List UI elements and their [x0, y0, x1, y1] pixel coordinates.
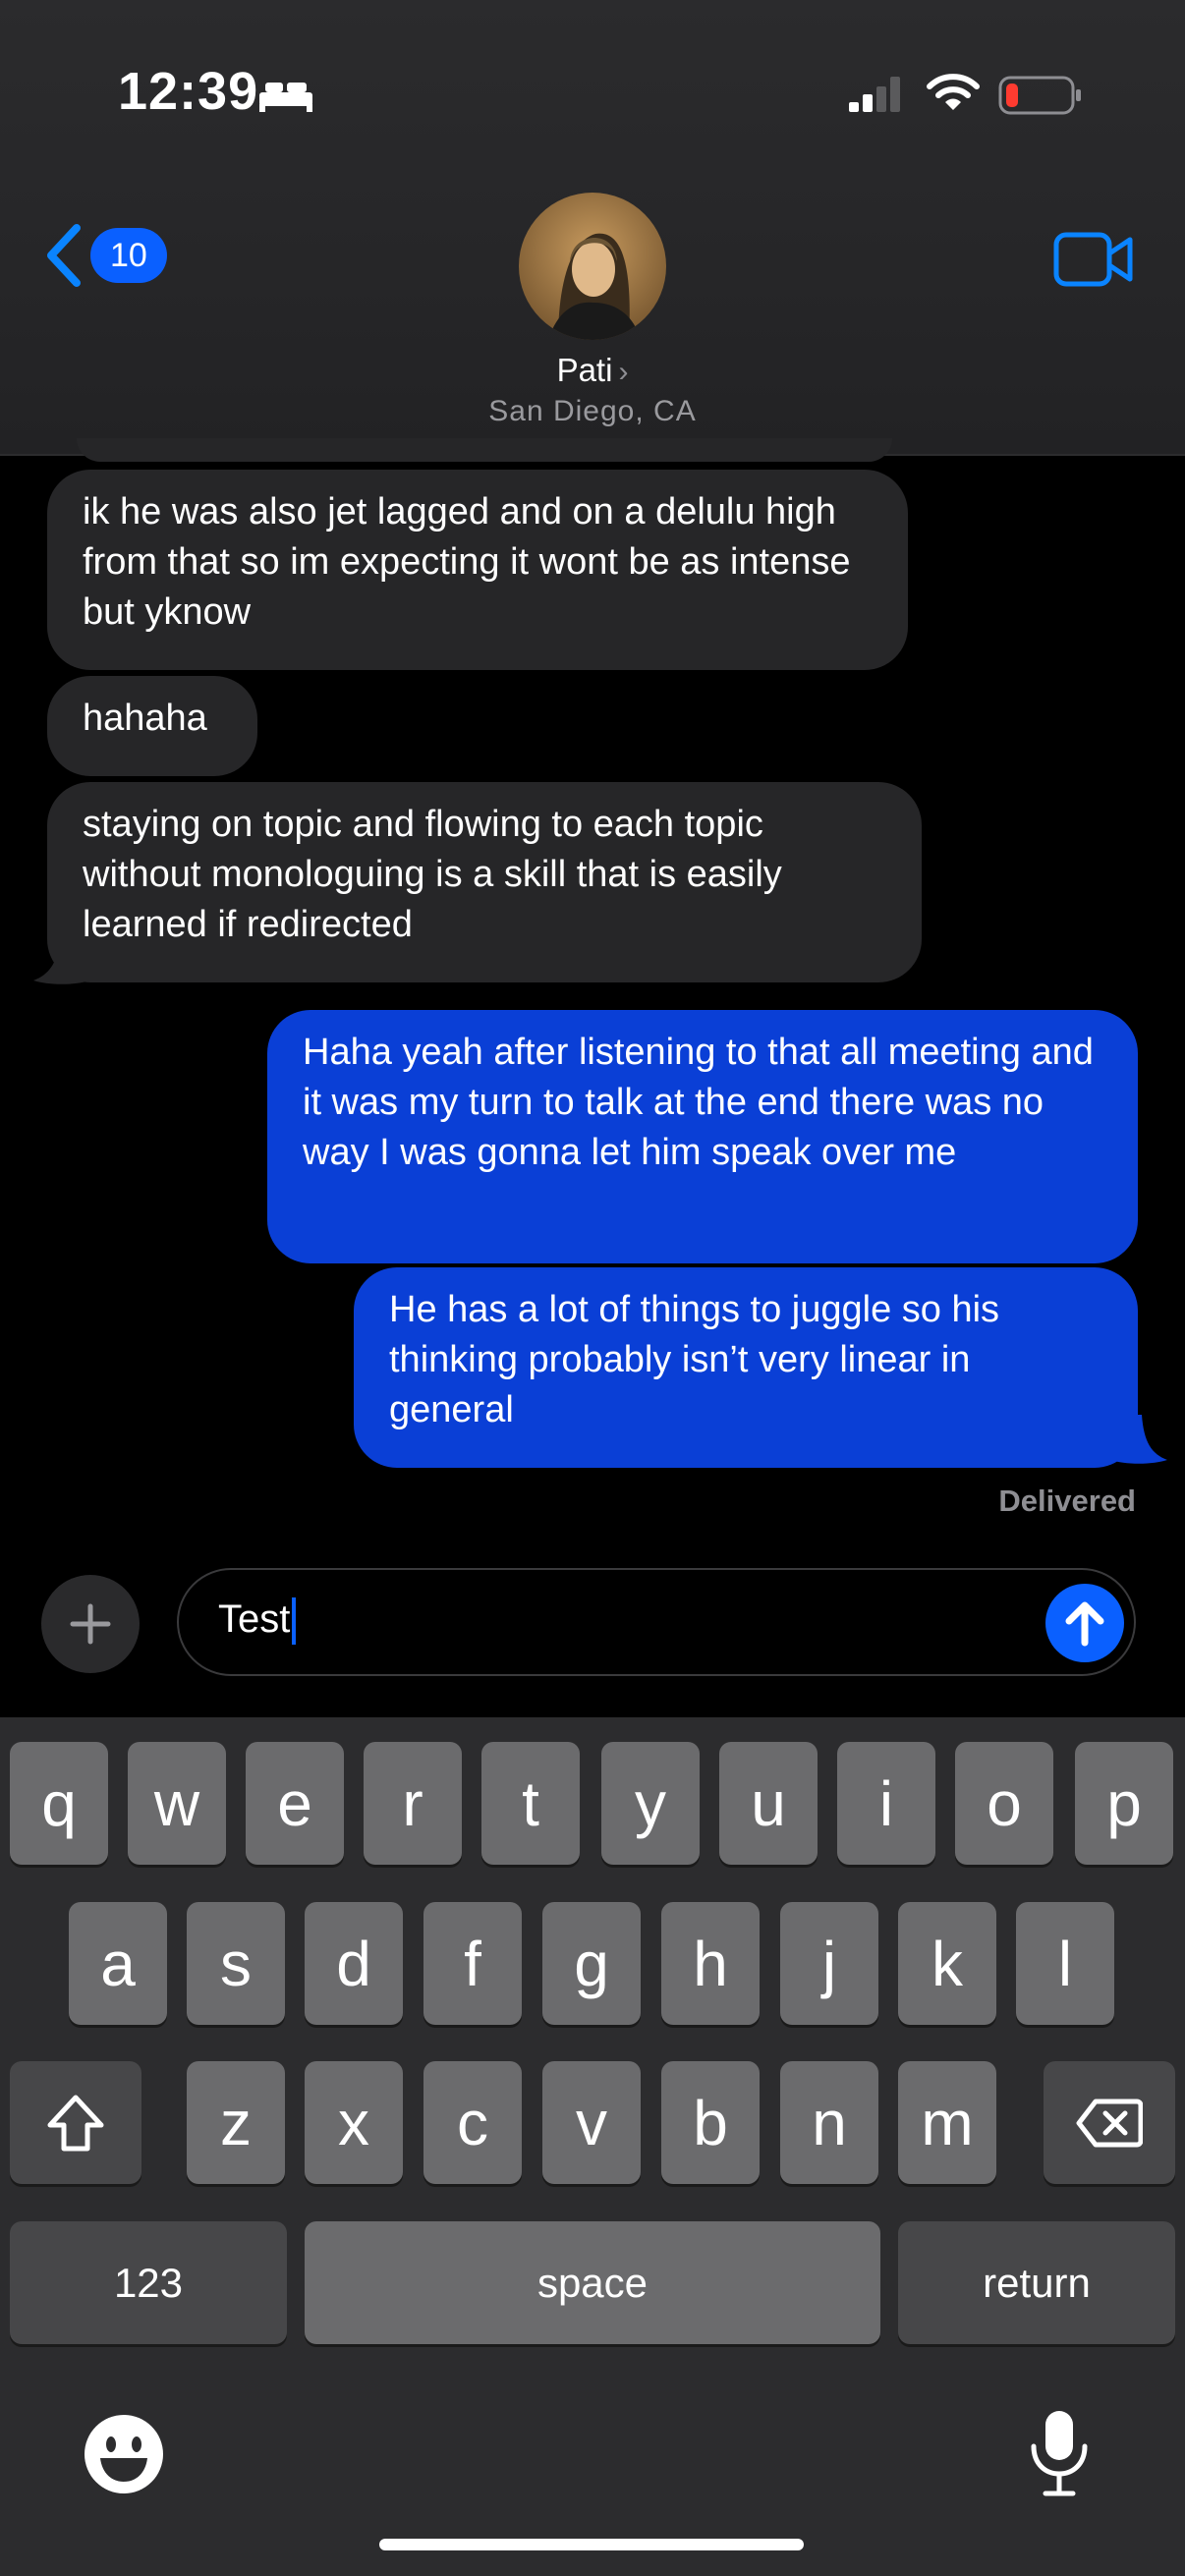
video-camera-icon	[1053, 232, 1133, 287]
back-button[interactable]: 10	[43, 224, 167, 287]
bubble-tail	[33, 943, 90, 984]
key-a[interactable]: a	[69, 1902, 167, 2025]
delete-key[interactable]	[1044, 2061, 1175, 2184]
video-call-button[interactable]	[1053, 232, 1134, 292]
wifi-icon	[926, 71, 981, 119]
send-button[interactable]	[1045, 1584, 1124, 1662]
status-time: 12:39	[118, 62, 259, 121]
key-y[interactable]: y	[601, 1742, 700, 1865]
message-text: He has a lot of things to juggle so his …	[389, 1289, 1000, 1430]
previous-message-bubble	[77, 438, 892, 462]
key-o[interactable]: o	[955, 1742, 1053, 1865]
chevron-right-icon: ›	[618, 356, 629, 388]
key-q[interactable]: q	[10, 1742, 108, 1865]
bed-icon	[257, 79, 314, 119]
key-h[interactable]: h	[661, 1902, 760, 2025]
home-indicator[interactable]	[379, 2539, 804, 2550]
contact-name-button[interactable]: Pati ›	[0, 352, 1185, 389]
key-k[interactable]: k	[898, 1902, 996, 2025]
contact-location: San Diego, CA	[488, 395, 697, 427]
key-z[interactable]: z	[187, 2061, 285, 2184]
key-i[interactable]: i	[837, 1742, 935, 1865]
message-bubble-outgoing[interactable]: He has a lot of things to juggle so his …	[354, 1267, 1138, 1468]
key-w[interactable]: w	[128, 1742, 226, 1865]
dictation-button[interactable]	[1028, 2409, 1091, 2502]
message-input-text: Test	[218, 1597, 291, 1641]
numbers-key[interactable]: 123	[10, 2221, 287, 2344]
message-text: ik he was also jet lagged and on a delul…	[83, 491, 851, 633]
emoji-icon	[85, 2415, 163, 2493]
key-v[interactable]: v	[542, 2061, 641, 2184]
send-arrow-icon	[1065, 1601, 1104, 1647]
signal-icon	[847, 75, 906, 119]
message-text: staying on topic and flowing to each top…	[83, 804, 782, 945]
text-caret	[292, 1597, 297, 1646]
battery-icon	[998, 75, 1083, 121]
message-text: hahaha	[83, 698, 207, 739]
unread-count-badge: 10	[90, 228, 167, 283]
return-key[interactable]: return	[898, 2221, 1175, 2344]
message-bubble-incoming[interactable]: staying on topic and flowing to each top…	[47, 782, 922, 982]
message-bubble-incoming[interactable]: ik he was also jet lagged and on a delul…	[47, 470, 908, 670]
key-r[interactable]: r	[364, 1742, 462, 1865]
key-j[interactable]: j	[780, 1902, 878, 2025]
plus-icon	[70, 1603, 111, 1645]
key-g[interactable]: g	[542, 1902, 641, 2025]
space-key[interactable]: space	[305, 2221, 880, 2344]
microphone-icon	[1031, 2411, 1088, 2496]
key-p[interactable]: p	[1075, 1742, 1173, 1865]
emoji-button[interactable]	[83, 2413, 165, 2500]
message-text: Haha yeah after listening to that all me…	[303, 1032, 1094, 1173]
message-input[interactable]: Test	[177, 1568, 1136, 1676]
shift-key[interactable]	[10, 2061, 141, 2184]
contact-name: Pati	[556, 352, 613, 388]
add-attachment-button[interactable]	[41, 1575, 140, 1673]
key-m[interactable]: m	[898, 2061, 996, 2184]
key-s[interactable]: s	[187, 1902, 285, 2025]
key-d[interactable]: d	[305, 1902, 403, 2025]
back-chevron-icon	[47, 224, 81, 287]
message-bubble-incoming[interactable]: hahaha	[47, 676, 257, 776]
contact-avatar[interactable]	[519, 193, 666, 340]
conversation-header: 12:39 10 Pati › San Diego, CA	[0, 0, 1185, 456]
key-u[interactable]: u	[719, 1742, 818, 1865]
key-x[interactable]: x	[305, 2061, 403, 2184]
key-c[interactable]: c	[423, 2061, 522, 2184]
key-f[interactable]: f	[423, 1902, 522, 2025]
message-bubble-outgoing[interactable]: Haha yeah after listening to that all me…	[267, 1010, 1138, 1263]
key-b[interactable]: b	[661, 2061, 760, 2184]
shift-icon	[47, 2095, 104, 2151]
delete-icon	[1076, 2099, 1143, 2147]
key-e[interactable]: e	[246, 1742, 344, 1865]
bubble-tail	[1110, 1415, 1167, 1464]
key-t[interactable]: t	[481, 1742, 580, 1865]
key-n[interactable]: n	[780, 2061, 878, 2184]
delivery-status: Delivered	[998, 1484, 1136, 1518]
key-l[interactable]: l	[1016, 1902, 1114, 2025]
